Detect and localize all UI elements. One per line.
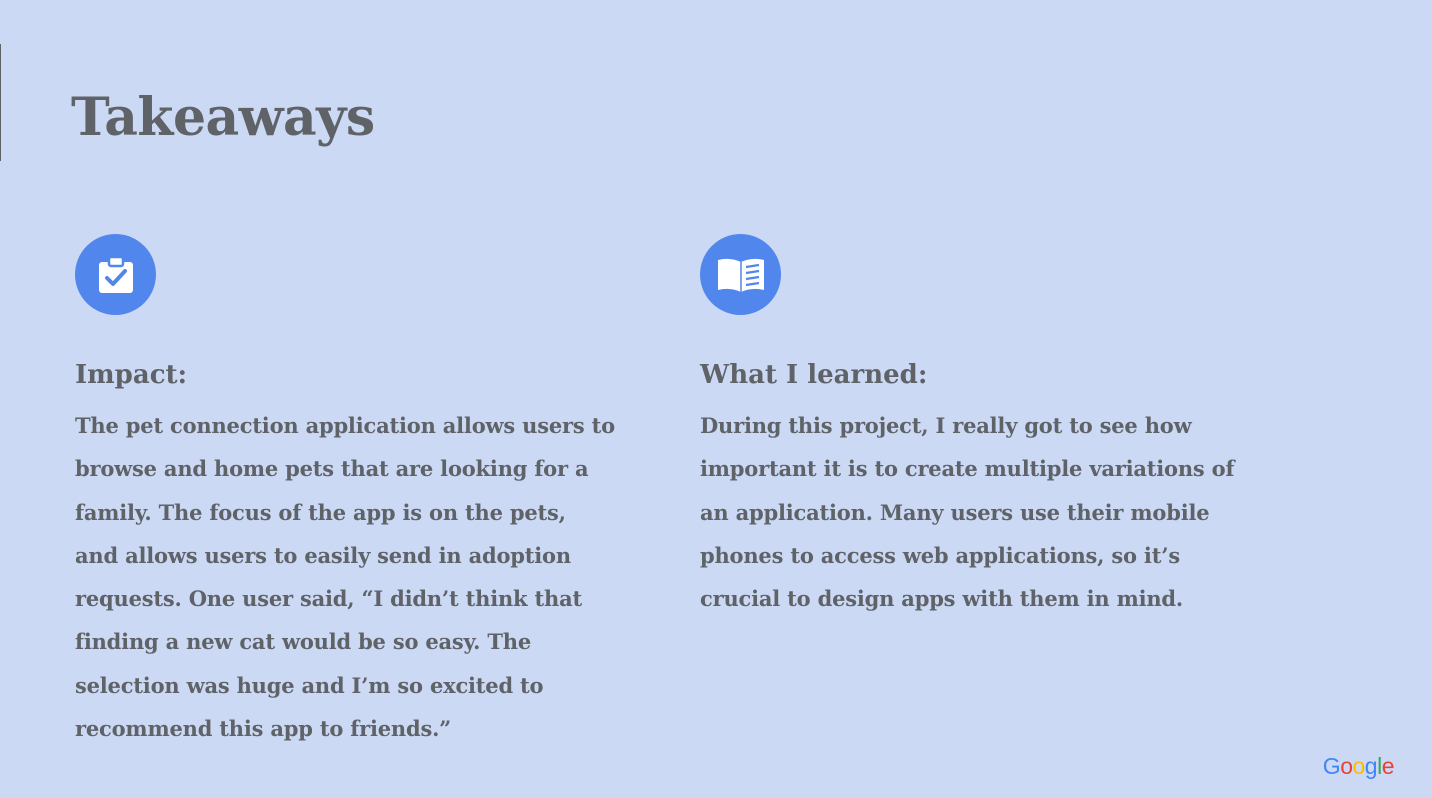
clipboard-check-icon: [75, 234, 156, 315]
impact-heading: Impact:: [75, 360, 188, 390]
logo-letter: G: [1322, 753, 1341, 779]
learned-heading: What I learned:: [700, 360, 928, 390]
learned-column: What I learned: During this project, I r…: [700, 234, 1245, 611]
learned-body: During this project, I really got to see…: [700, 413, 1235, 612]
logo-letter: g: [1364, 753, 1378, 779]
google-logo: Google: [1322, 753, 1395, 780]
impact-body: The pet connection application allows us…: [75, 413, 615, 742]
logo-letter: o: [1352, 753, 1365, 779]
open-book-icon: [700, 234, 781, 315]
slide-title: Takeaways: [71, 87, 375, 148]
logo-letter: e: [1381, 753, 1395, 779]
logo-letter: o: [1340, 753, 1353, 779]
impact-column: Impact: The pet connection application a…: [75, 234, 615, 741]
left-accent-rule: [0, 44, 1, 161]
